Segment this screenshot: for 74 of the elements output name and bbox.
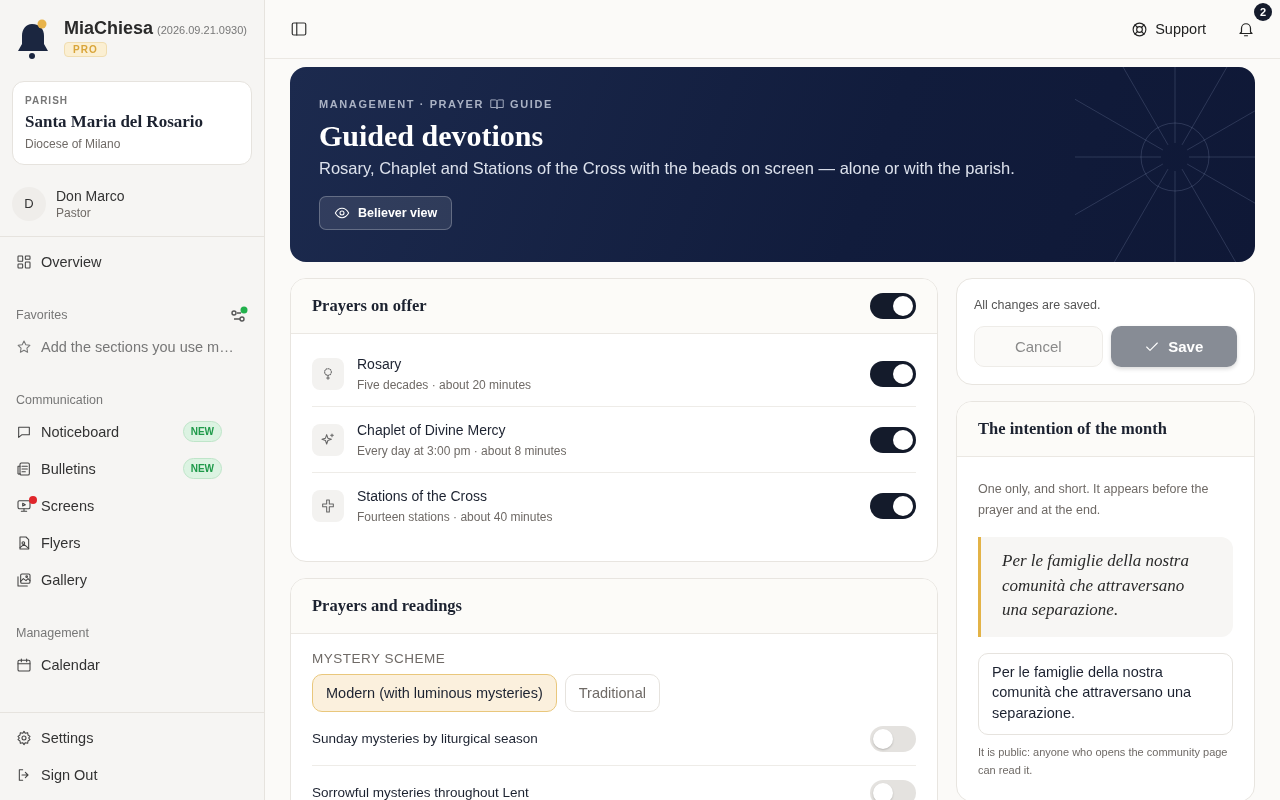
plan-badge: PRO [64,42,107,57]
prayer-detail: Fourteen stations · about 40 minutes [357,510,554,524]
intention-preview: Per le famiglie della nostra comunità che attraversano una separazione. [978,537,1233,637]
parish-label: PARISH [25,95,70,106]
bell-icon [1237,20,1255,38]
toggle-switch[interactable] [870,493,916,519]
favorites-hint-text: Add the sections you use m… [41,338,234,355]
toggle-switch[interactable] [870,725,916,752]
support-button[interactable]: Support [1127,16,1210,42]
save-status: All changes are saved. [974,298,1102,312]
calendar-icon [16,656,32,673]
card-title: Prayers on offer [312,296,427,316]
photos-icon [16,571,32,588]
book-icon [490,97,505,111]
breadcrumb-section: GUIDE [510,98,553,110]
app-name: MiaChiesa [64,18,154,38]
image-file-icon [16,534,32,551]
setting-label: Sunday mysteries by liturgical season [312,731,538,746]
nav-item[interactable]: Overview [0,243,264,280]
page-title: Guided devotions [319,119,545,153]
nav-item[interactable]: Calendar [0,646,264,683]
field-label: MYSTERY SCHEME [312,651,447,666]
section-title: Communication [15,392,104,409]
intention-field[interactable]: Per le famiglie della nostra comunità che attraversano una separazione. [978,652,1233,735]
filter-icon[interactable] [230,306,248,324]
lifebuoy-icon [1131,20,1149,38]
believer-view-button[interactable]: Believer view [319,196,453,230]
eye-icon [334,205,350,221]
settings-icon [16,729,32,746]
page-subtitle: Rosary, Chaplet and Stations of the Cross with the beads on screen — alone or with the parish. [319,159,1016,178]
sidebar-icon [290,20,308,38]
prayer-name: Rosary [357,355,403,372]
prayer-name: Chaplet of Divine Mercy [357,421,507,438]
new-badge: NEW [182,421,222,442]
card-title: The intention of the month [978,419,1167,439]
section-title: Favorites [16,308,68,322]
section-title: Management [15,625,90,642]
user-avatar: D [12,186,46,221]
public-note: It is public: anyone who opens the community page can read it. [978,744,1229,778]
cross-icon [320,498,336,514]
monitor-icon [16,497,32,514]
nav-item[interactable]: Sign Out [0,756,264,793]
toggle-switch[interactable] [870,779,916,800]
scheme-option[interactable]: Traditional [564,674,660,712]
notification-count: 2 [1254,3,1272,21]
toggle-switch[interactable] [870,360,916,387]
app-version: (2026.09.21.0930) [157,24,247,36]
card-title: Prayers and readings [312,596,463,616]
newspaper-icon [16,460,32,477]
parish-card[interactable]: PARISH Santa Maria del Rosario Diocese of Milano [12,81,252,165]
prayer-detail: Every day at 3:00 pm · about 8 minutes [357,443,568,458]
bell-logo [16,18,50,62]
nav-item[interactable]: Noticeboard NEW [0,413,264,450]
nav-item[interactable]: Screens [0,487,264,524]
nav-item[interactable]: Bulletins NEW [0,450,264,487]
prayer-detail: Five decades · about 20 minutes [357,377,533,392]
prayer-name: Stations of the Cross [357,488,488,504]
nav-item[interactable]: Settings [0,719,264,756]
nav-item[interactable]: Flyers [0,524,264,561]
toggle-switch[interactable] [870,426,916,453]
diocese-name: Diocese of Milano [25,137,122,151]
grid-icon [16,253,32,270]
setting-label: Sorrowful mysteries throughout Lent [312,785,529,800]
toggle-switch[interactable] [870,293,916,319]
new-badge: NEW [182,458,222,479]
scheme-option[interactable]: Modern (with luminous mysteries) [312,674,557,712]
intention-hint: One only, and short. It appears before the prayer and at the end. [978,481,1210,519]
user-name: Don Marco [56,187,125,204]
user-role: Pastor [56,205,92,220]
parish-name: Santa Maria del Rosario [25,112,205,132]
star-icon [16,338,32,355]
sparkle-icon [320,431,336,448]
breadcrumb: MANAGEMENT · PRAYER [319,98,485,110]
nav-item[interactable]: Gallery [0,561,264,598]
